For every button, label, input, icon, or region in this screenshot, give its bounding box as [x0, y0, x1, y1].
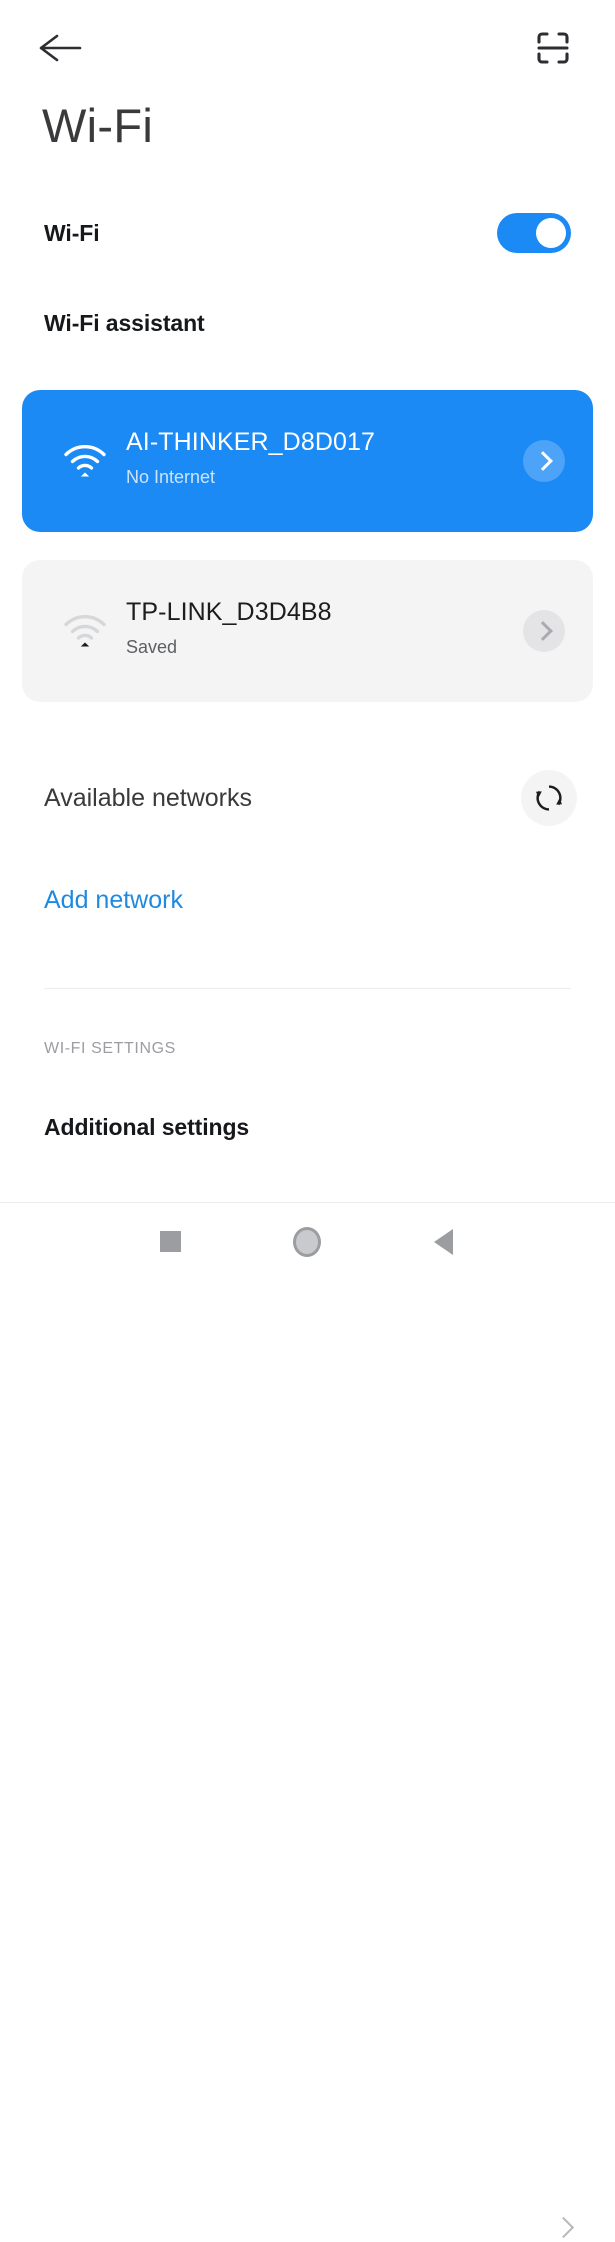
network-status: No Internet	[126, 467, 216, 487]
wifi-full-icon	[64, 444, 106, 477]
chevron-right-icon	[532, 451, 553, 471]
wifi-toggle-switch[interactable]	[497, 213, 571, 253]
network-card-text: TP-LINK_D3D4B8 Saved	[126, 596, 497, 661]
network-status: Saved	[126, 637, 178, 657]
triangle-back-icon	[433, 1228, 453, 1255]
android-nav-bar	[0, 1202, 615, 1280]
back-button[interactable]	[38, 28, 92, 68]
page-title: Wi-Fi	[42, 99, 154, 152]
chevron-right-icon	[532, 621, 553, 641]
nav-home-button[interactable]	[262, 1203, 352, 1280]
network-card-connected[interactable]: AI-THINKER_D8D017 No Internet	[22, 390, 593, 532]
wifi-row-label: Wi-Fi	[44, 219, 100, 246]
nav-recents-button[interactable]	[125, 1203, 215, 1280]
scan-qr-button[interactable]	[531, 26, 575, 70]
network-ssid: AI-THINKER_D8D017	[126, 428, 376, 456]
additional-settings-label: Additional settings	[44, 1113, 250, 1140]
square-recents-icon	[159, 1231, 181, 1252]
network-details-button[interactable]	[523, 440, 565, 482]
qr-scan-icon	[537, 32, 569, 64]
refresh-icon	[536, 785, 562, 811]
wifi-assistant-row[interactable]: Wi-Fi assistant	[0, 296, 615, 350]
network-card-text: AI-THINKER_D8D017 No Internet	[126, 426, 497, 491]
network-card-saved[interactable]: TP-LINK_D3D4B8 Saved	[22, 560, 593, 702]
wifi-assistant-label: Wi-Fi assistant	[44, 309, 205, 336]
refresh-networks-button[interactable]	[521, 770, 577, 826]
additional-settings-row[interactable]: Additional settings	[0, 1100, 615, 1154]
network-details-button[interactable]	[523, 610, 565, 652]
available-networks-label: Available networks	[44, 783, 252, 812]
arrow-left-icon	[39, 34, 82, 62]
wifi-settings-caption: WI-FI SETTINGS	[44, 1040, 176, 1057]
network-ssid: TP-LINK_D3D4B8	[126, 598, 332, 626]
app-bar	[0, 0, 615, 90]
section-divider	[44, 988, 571, 989]
circle-home-icon	[293, 1226, 321, 1257]
nav-back-button[interactable]	[398, 1203, 488, 1280]
wifi-weak-icon	[64, 614, 106, 647]
chevron-right-icon	[555, 2214, 571, 2242]
toggle-knob	[536, 218, 566, 248]
add-network-link[interactable]: Add network	[44, 886, 183, 915]
